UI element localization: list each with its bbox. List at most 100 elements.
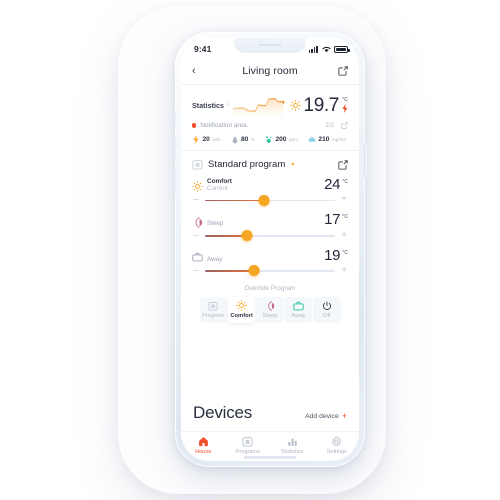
calendar-program-icon bbox=[192, 160, 203, 170]
tab-house[interactable]: House bbox=[181, 436, 226, 455]
mute-switch[interactable] bbox=[173, 110, 176, 126]
edit-program-button[interactable] bbox=[338, 159, 348, 170]
setpoint-away-temperature: 19 °C bbox=[324, 246, 348, 264]
override-mode-tabs: Program Comfort Sleep Away Off bbox=[192, 296, 348, 323]
setpoint-away-value: 19 bbox=[324, 246, 341, 264]
volume-up-button[interactable] bbox=[173, 136, 176, 162]
away-decrease-button[interactable]: – bbox=[192, 265, 200, 276]
notification-status-dot bbox=[192, 123, 197, 128]
sleep-slider-knob[interactable] bbox=[241, 230, 253, 242]
setpoint-away-header: Away 19 °C bbox=[192, 246, 348, 264]
sleep-decrease-button[interactable]: – bbox=[192, 230, 200, 241]
phone-device-frame: 9:41 ‹ Living room Statistics › 19.7 °C … bbox=[173, 32, 367, 467]
comfort-decrease-button[interactable]: – bbox=[192, 195, 200, 205]
current-temperature-block: 19.7 °C bbox=[289, 96, 348, 115]
mode-tab-off[interactable]: Off bbox=[313, 296, 341, 323]
metrics-row: 20 kwh 80 % 200 ppm 210 mg/m3 bbox=[192, 135, 348, 144]
setpoint-sleep-temperature: 17 °C bbox=[324, 212, 348, 227]
metric-humidity-value: 80 bbox=[241, 136, 249, 143]
water-drop-icon bbox=[231, 135, 239, 144]
house-icon bbox=[198, 436, 209, 447]
add-device-button[interactable]: Add device + bbox=[305, 412, 347, 421]
setpoint-comfort-labels: Comfort Current bbox=[207, 178, 232, 192]
devices-section: Devices Add device + bbox=[181, 403, 359, 431]
edit-room-button[interactable] bbox=[338, 66, 348, 76]
metric-humidity-unit: % bbox=[250, 137, 255, 142]
devices-title: Devices bbox=[193, 403, 253, 422]
setpoint-row-away: Away 19 °C – + bbox=[192, 246, 348, 277]
add-device-label: Add device bbox=[305, 413, 339, 420]
program-card: Standard program ▾ Comfort Current 24 °C… bbox=[181, 151, 359, 323]
tab-programs-label: Programs bbox=[235, 448, 260, 455]
sleep-slider-track[interactable] bbox=[205, 230, 335, 242]
calendar-program-icon bbox=[208, 301, 218, 311]
cloud-icon bbox=[308, 135, 316, 144]
wifi-icon bbox=[321, 46, 331, 52]
mode-tab-program[interactable]: Program bbox=[199, 296, 227, 323]
tab-settings[interactable]: Settings bbox=[315, 435, 360, 455]
status-bar-indicators bbox=[308, 45, 350, 53]
tab-statistics-label: Statistics bbox=[281, 448, 304, 455]
setpoint-sleep-slider[interactable]: – + bbox=[192, 230, 348, 242]
away-slider-track[interactable] bbox=[205, 265, 335, 277]
mode-tab-sleep[interactable]: Sleep bbox=[256, 296, 284, 323]
tab-programs[interactable]: Programs bbox=[226, 436, 271, 455]
mode-tab-away[interactable]: Away bbox=[284, 296, 313, 323]
comfort-slider-track[interactable] bbox=[205, 194, 335, 206]
away-track-fill bbox=[205, 270, 255, 272]
open-notifications-button[interactable] bbox=[341, 122, 348, 129]
power-icon bbox=[322, 301, 332, 311]
tab-statistics[interactable]: Statistics bbox=[270, 436, 315, 455]
statistics-card: Statistics › 19.7 °C Notification area. … bbox=[181, 85, 359, 150]
battery-icon bbox=[334, 45, 350, 53]
phone-screen: 9:41 ‹ Living room Statistics › 19.7 °C … bbox=[181, 38, 359, 461]
metric-co2-unit: ppm bbox=[288, 137, 298, 142]
notification-area-label: Notification area. bbox=[200, 122, 249, 129]
away-increase-button[interactable]: + bbox=[340, 265, 348, 276]
setpoint-sleep-name: Sleep bbox=[207, 220, 224, 228]
navigation-header: ‹ Living room bbox=[181, 58, 359, 84]
setpoint-comfort-slider[interactable]: – + bbox=[192, 194, 348, 206]
cellular-signal-icon bbox=[308, 45, 318, 53]
setpoint-sleep-header: Sleep 17 °C bbox=[192, 212, 348, 228]
tab-house-label: House bbox=[195, 448, 212, 455]
setpoint-comfort-header: Comfort Current 24 °C bbox=[192, 177, 348, 193]
sun-icon bbox=[192, 181, 203, 193]
program-name[interactable]: Standard program bbox=[208, 159, 285, 170]
comfort-track-fill bbox=[205, 199, 264, 202]
notification-count: 2/2 bbox=[325, 122, 334, 129]
comfort-increase-button[interactable]: + bbox=[340, 195, 348, 205]
metric-air-quality-value: 210 bbox=[318, 136, 330, 143]
metric-co2-value: 200 bbox=[275, 136, 287, 143]
temperature-unit-stack: °C bbox=[342, 97, 348, 113]
away-slider-knob[interactable] bbox=[248, 265, 260, 277]
sun-icon bbox=[289, 99, 301, 111]
sleep-increase-button[interactable]: + bbox=[340, 230, 348, 241]
power-button[interactable] bbox=[364, 144, 367, 178]
setpoint-sleep-unit: °C bbox=[342, 214, 348, 221]
metric-energy-value: 20 bbox=[202, 136, 210, 143]
briefcase-icon bbox=[192, 252, 203, 263]
mode-tab-comfort-label: Comfort bbox=[230, 312, 253, 319]
programs-icon bbox=[242, 436, 253, 447]
metric-energy-unit: kwh bbox=[212, 137, 221, 142]
mode-tab-off-label: Off bbox=[323, 312, 331, 319]
chevron-down-icon[interactable]: ▾ bbox=[291, 161, 294, 168]
setpoint-comfort-temperature: 24 °C bbox=[324, 177, 348, 192]
co2-particles-icon bbox=[265, 135, 273, 144]
metric-co2: 200 ppm bbox=[265, 135, 298, 144]
setpoint-away-unit: °C bbox=[342, 249, 348, 256]
volume-down-button[interactable] bbox=[173, 168, 176, 194]
setpoint-row-sleep: Sleep 17 °C – + bbox=[192, 212, 348, 242]
statistics-link-label[interactable]: Statistics bbox=[192, 101, 224, 110]
setpoint-comfort-sub: Current bbox=[207, 185, 228, 193]
setpoint-away-slider[interactable]: – + bbox=[192, 265, 348, 277]
mode-tab-comfort[interactable]: Comfort bbox=[227, 296, 256, 323]
notification-area-row[interactable]: Notification area. 2/2 bbox=[192, 122, 348, 129]
sun-icon bbox=[236, 300, 247, 312]
moon-icon bbox=[192, 216, 203, 228]
sparkline-chart bbox=[232, 97, 285, 117]
mode-tab-away-label: Away bbox=[291, 312, 306, 319]
statistics-icon bbox=[287, 436, 298, 447]
comfort-slider-knob[interactable] bbox=[258, 194, 269, 206]
